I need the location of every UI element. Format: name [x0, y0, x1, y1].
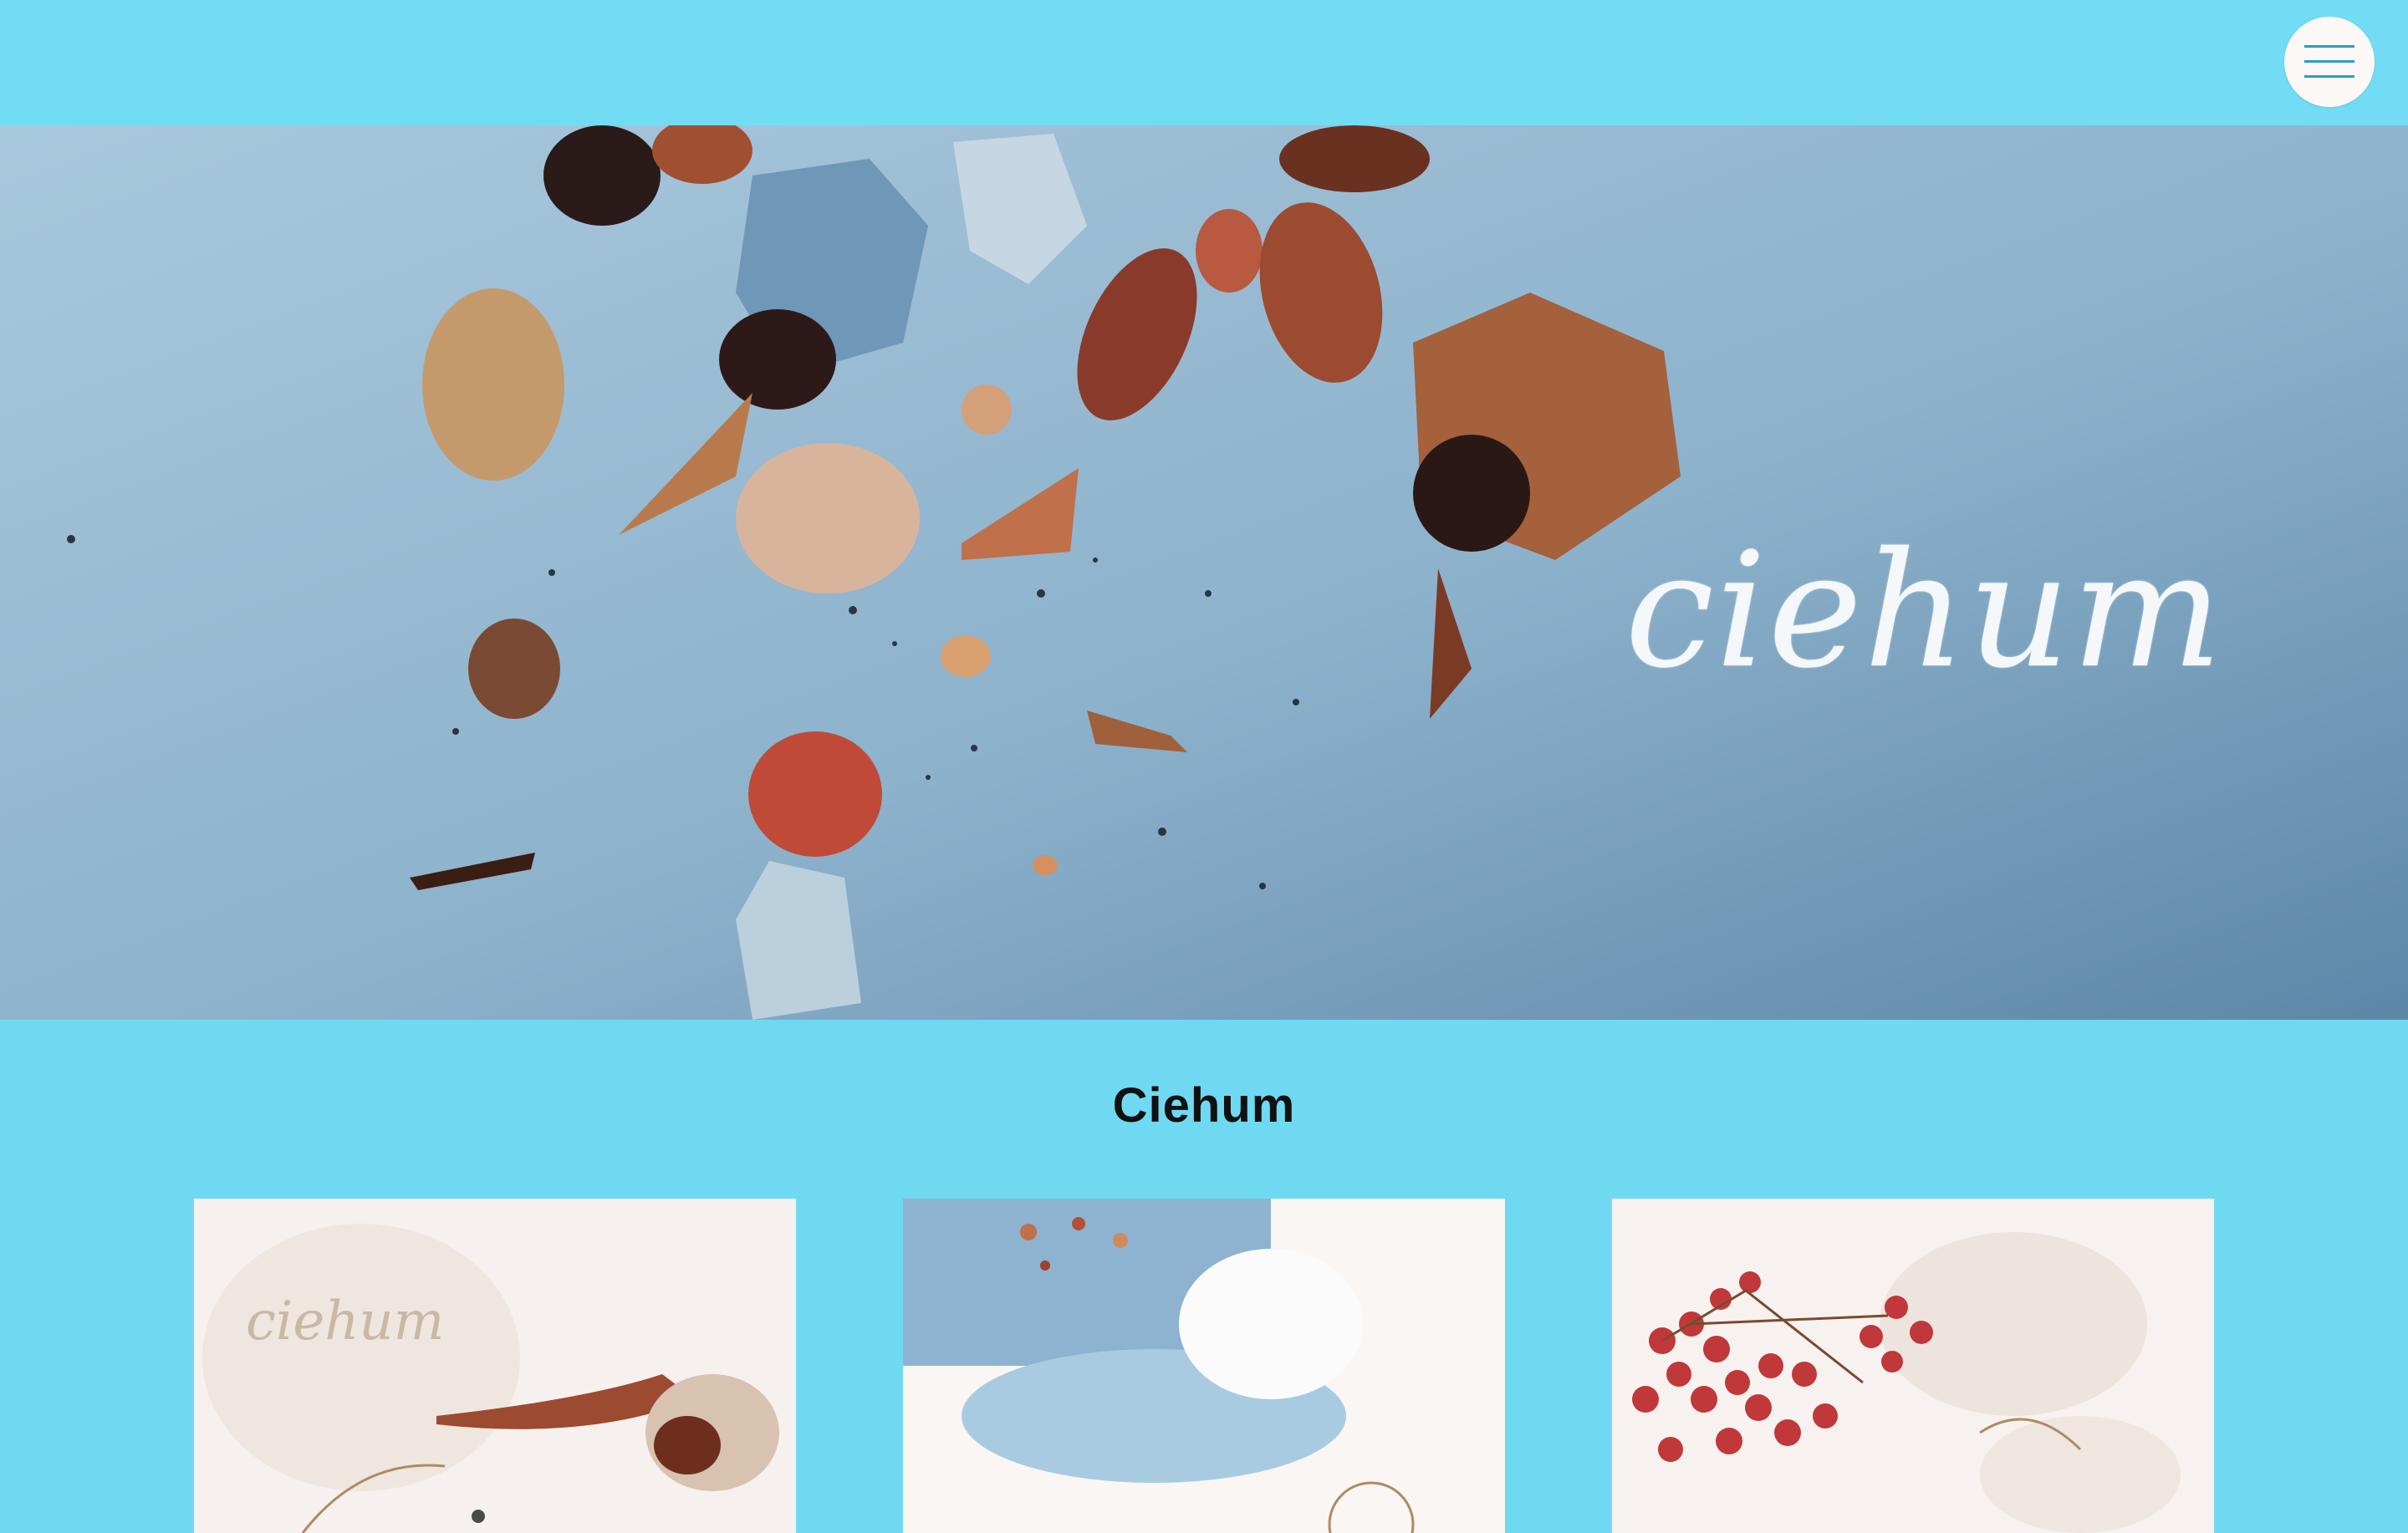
hero-logo-text: ciehum: [1625, 518, 2224, 703]
product-card[interactable]: [903, 1199, 1505, 1533]
menu-button[interactable]: [2284, 17, 2375, 107]
page-title: Ciehum: [1112, 1077, 1296, 1133]
hero-banner: ciehum: [0, 125, 2408, 1020]
hamburger-menu-icon: [2304, 45, 2354, 78]
top-bar: [0, 0, 2408, 125]
product-image: [903, 1199, 1505, 1533]
product-image: [1612, 1199, 2214, 1533]
product-card[interactable]: [1612, 1199, 2214, 1533]
product-card-list: ciehum: [0, 1199, 2408, 1533]
card-logo-text: ciehum: [246, 1291, 445, 1352]
product-image: [194, 1199, 796, 1533]
product-card[interactable]: ciehum: [194, 1199, 796, 1533]
